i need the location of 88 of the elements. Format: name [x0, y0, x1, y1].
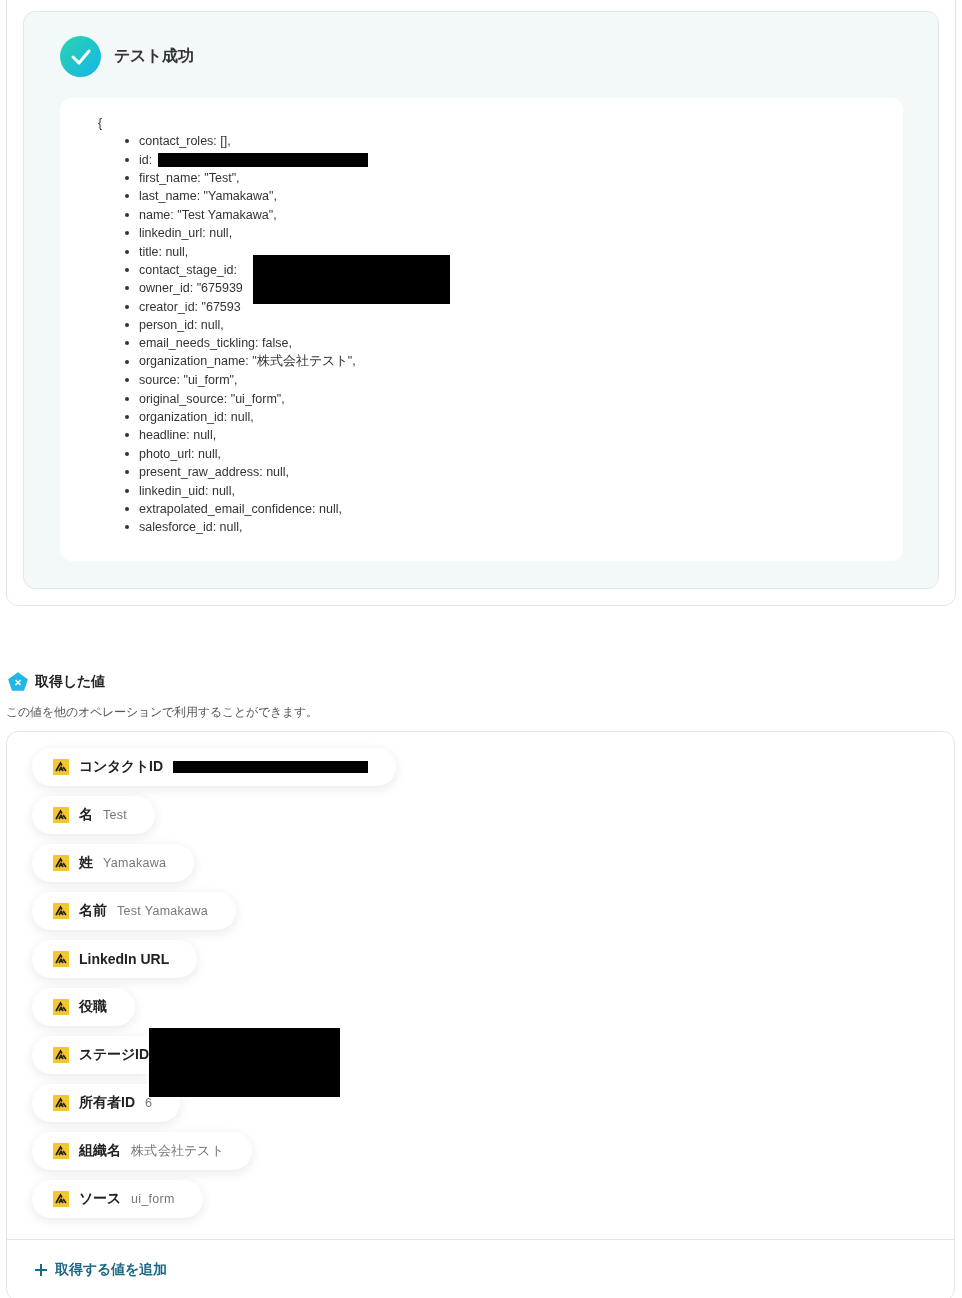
value-label: 姓	[79, 854, 93, 872]
value-label: 組織名	[79, 1142, 121, 1160]
app-logo-icon	[53, 807, 69, 823]
value-text: Test Yamakawa	[117, 904, 208, 918]
value-label: 所有者ID	[79, 1094, 135, 1112]
plus-icon	[34, 1263, 48, 1277]
code-line: headline: null,	[139, 428, 217, 443]
value-chip[interactable]: 名前 Test Yamakawa	[32, 892, 236, 930]
bullet-icon	[125, 415, 129, 420]
code-line: last_name: "Yamakawa",	[139, 189, 277, 204]
bullet-icon	[125, 525, 129, 530]
value-chip[interactable]: 役職	[32, 988, 135, 1026]
test-status-title: テスト成功	[114, 46, 194, 66]
value-label: 名前	[79, 902, 107, 920]
bullet-icon	[125, 267, 129, 272]
variable-icon	[8, 672, 28, 692]
value-text: 株式会社テスト	[131, 1142, 225, 1160]
add-value-button[interactable]: 取得する値を追加	[34, 1261, 167, 1279]
code-line: owner_id: "675939	[139, 281, 243, 296]
app-logo-icon	[53, 1143, 69, 1159]
app-logo-icon	[53, 903, 69, 919]
code-line: {	[98, 115, 104, 132]
value-chip[interactable]: 所有者ID 6	[32, 1084, 181, 1122]
success-check-icon	[60, 36, 101, 77]
value-chip[interactable]: ソース ui_form	[32, 1180, 203, 1218]
value-chip[interactable]: コンタクトID	[32, 748, 396, 786]
code-line: present_raw_address: null,	[139, 465, 290, 480]
code-line: organization_name: "株式会社テスト",	[139, 353, 356, 371]
code-line: name: "Test Yamakawa",	[139, 207, 277, 222]
code-line: id:	[139, 152, 153, 167]
code-line: person_id: null,	[139, 318, 224, 333]
bullet-icon	[125, 433, 129, 438]
bullet-icon	[125, 507, 129, 511]
value-chip[interactable]: 名 Test	[32, 796, 156, 834]
code-line: photo_url: null,	[139, 446, 221, 461]
bullet-icon	[125, 212, 129, 217]
bullet-icon	[125, 470, 129, 475]
bullet-icon	[125, 378, 129, 383]
app-logo-icon	[53, 759, 69, 775]
bullet-icon	[125, 451, 129, 456]
bullet-icon	[125, 231, 129, 236]
value-chip[interactable]: ステージID	[32, 1036, 149, 1074]
value-text: ui_form	[131, 1192, 175, 1206]
code-line: first_name: "Test",	[139, 170, 240, 185]
value-chip[interactable]: 姓 Yamakawa	[32, 844, 195, 882]
bullet-icon	[125, 323, 129, 328]
code-line: title: null,	[139, 244, 189, 259]
code-line: extrapolated_email_confidence: null,	[139, 502, 342, 516]
app-logo-icon	[53, 1095, 69, 1111]
bullet-icon	[125, 194, 129, 199]
value-chip[interactable]: LinkedIn URL	[32, 940, 198, 978]
code-line: source: "ui_form",	[139, 373, 238, 388]
value-chip[interactable]: 組織名 株式会社テスト	[32, 1132, 253, 1170]
value-text: Yamakawa	[103, 856, 167, 870]
section-description: この値を他のオペレーションで利用することができます。	[6, 704, 319, 721]
value-label: ステージID	[79, 1046, 149, 1064]
code-line: email_needs_tickling: false,	[139, 336, 292, 351]
app-logo-icon	[53, 855, 69, 871]
code-line: creator_id: "67593	[139, 299, 241, 314]
bullet-icon	[125, 341, 129, 346]
bullet-icon	[125, 175, 129, 180]
code-line: original_source: "ui_form",	[139, 391, 285, 406]
bullet-icon	[125, 359, 129, 364]
code-line: contact_stage_id:	[139, 262, 237, 277]
bullet-icon	[125, 488, 129, 493]
value-label: ソース	[79, 1190, 121, 1208]
code-line: linkedin_uid: null,	[139, 483, 235, 498]
code-line: linkedin_url: null,	[139, 226, 233, 241]
code-line: salesforce_id: null,	[139, 520, 243, 535]
app-logo-icon	[53, 1191, 69, 1207]
app-logo-icon	[53, 951, 69, 967]
bullet-icon	[125, 286, 129, 291]
bullet-icon	[125, 249, 129, 254]
code-line: contact_roles: [],	[139, 134, 231, 149]
bullet-icon	[125, 139, 129, 144]
bullet-icon	[125, 157, 129, 162]
code-line: organization_id: null,	[139, 410, 254, 425]
value-label: 名	[79, 806, 93, 824]
bullet-icon	[125, 304, 129, 309]
app-logo-icon	[53, 1047, 69, 1063]
app-logo-icon	[53, 999, 69, 1015]
value-text: Test	[103, 808, 128, 822]
section-title: 取得した値	[35, 673, 105, 691]
bullet-icon	[125, 396, 129, 401]
value-text: 6	[145, 1096, 153, 1110]
value-label: LinkedIn URL	[79, 951, 170, 967]
value-label: 役職	[79, 998, 107, 1016]
value-label: コンタクトID	[79, 758, 163, 776]
